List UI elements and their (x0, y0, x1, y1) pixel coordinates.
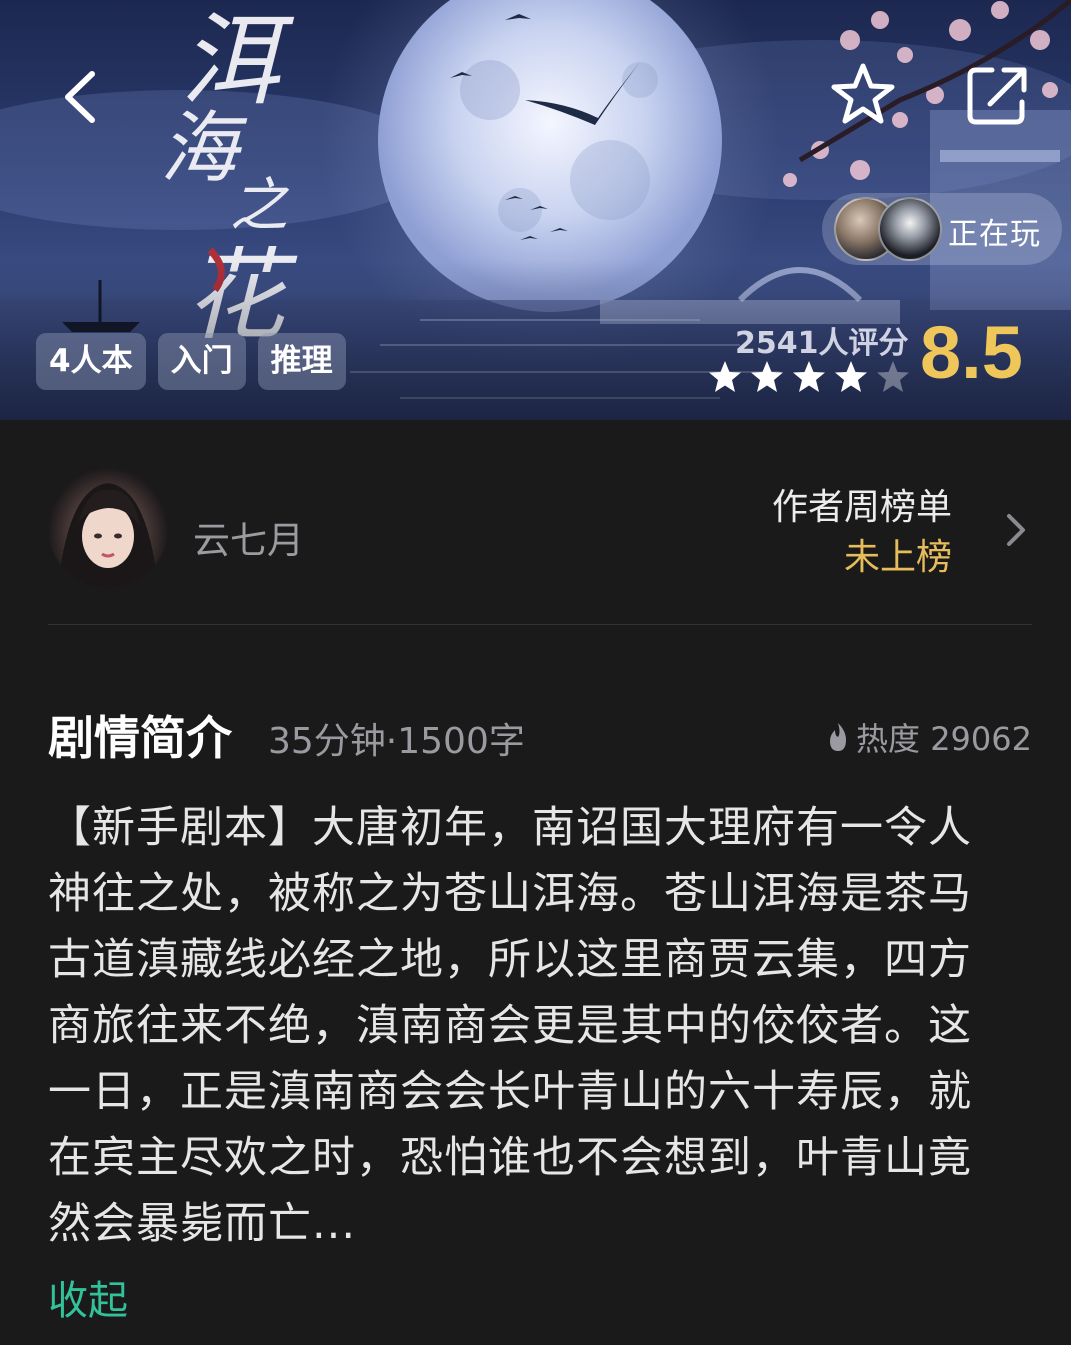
player-avatar (878, 197, 942, 261)
now-playing-pill[interactable]: 正在玩 (822, 193, 1062, 265)
star-empty-icon (877, 361, 909, 392)
author-weekly-rank[interactable]: 作者周榜单 未上榜 (772, 484, 952, 584)
rank-title: 作者周榜单 (771, 487, 952, 528)
favorite-button[interactable] (828, 60, 898, 130)
synopsis-meta: 35分钟·1500字 (268, 721, 525, 762)
star-rating (706, 358, 912, 396)
star-filled-icon (835, 361, 867, 392)
back-button[interactable] (52, 62, 112, 132)
title-char-1: 洱 (180, 2, 295, 119)
rating-count: 2541人评分 (735, 326, 909, 361)
title-char-3: 之 (230, 171, 290, 239)
synopsis-body: 【新手剧本】大唐初年，南诏国大理府有一令人神往之处，被称之为苍山洱海。苍山洱海是… (48, 803, 972, 1249)
share-icon (967, 67, 1027, 125)
heat-indicator: 热度 29062 (824, 714, 1032, 760)
author-row: 云七月 作者周榜单 未上榜 (48, 420, 1032, 625)
synopsis-header: 剧情简介 35分钟·1500字 热度 29062 (48, 700, 1032, 770)
hero-banner: 洱 海 之 花 正在玩 4人本 入门 推理 2541人评分 8.5 (0, 0, 1071, 420)
back-icon (65, 71, 95, 123)
favorite-star-icon (831, 63, 895, 124)
tag-list: 4人本 入门 推理 (36, 333, 346, 390)
collapse-button[interactable]: 收起 (48, 1268, 128, 1326)
star-filled-icon (751, 361, 783, 392)
share-button[interactable] (962, 60, 1034, 130)
tag-player-count[interactable]: 4人本 (36, 333, 146, 390)
chevron-right-icon[interactable] (1004, 512, 1028, 548)
now-playing-label: 正在玩 (948, 217, 1041, 252)
tag-difficulty[interactable]: 入门 (157, 333, 246, 390)
rank-value: 未上榜 (843, 537, 952, 578)
author-avatar[interactable] (48, 468, 168, 588)
score: 8.5 (920, 311, 1023, 394)
star-filled-icon (709, 361, 741, 392)
heat-value: 热度 29062 (856, 720, 1032, 758)
tag-genre[interactable]: 推理 (257, 333, 346, 390)
star-filled-icon (793, 361, 825, 392)
synopsis-heading: 剧情简介 (48, 711, 232, 765)
flame-icon (830, 723, 847, 751)
author-name[interactable]: 云七月 (193, 510, 304, 564)
